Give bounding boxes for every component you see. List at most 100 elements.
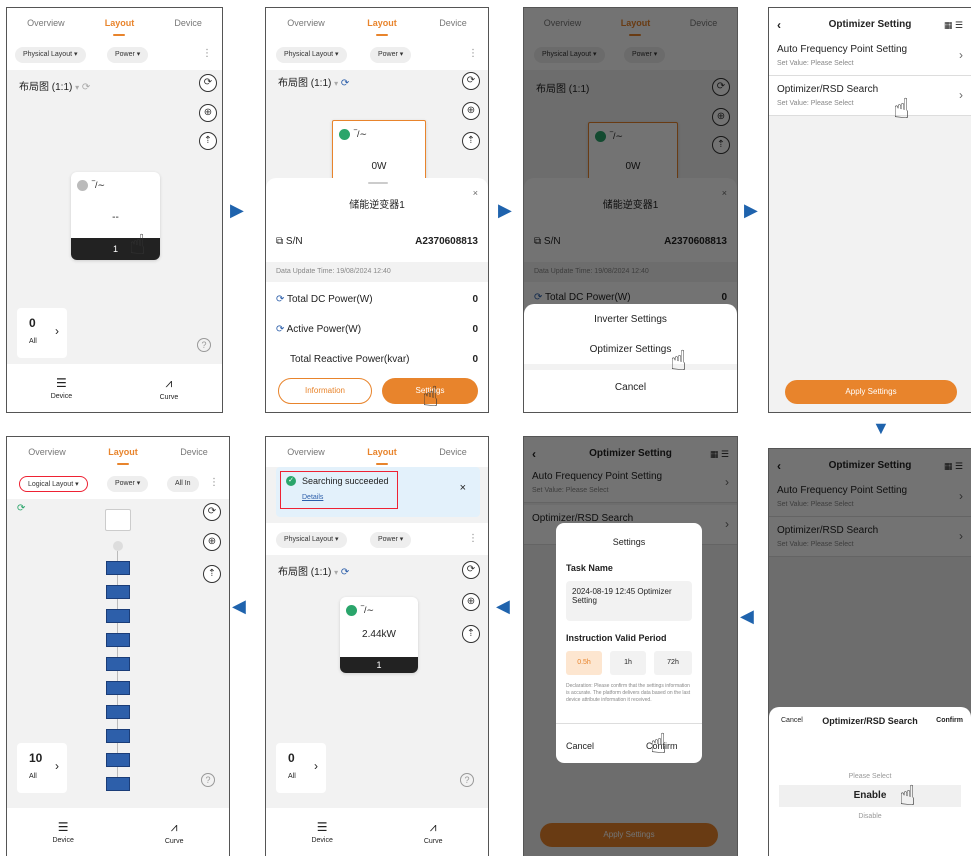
device-sheet: × 储能逆变器1 ⧉ S/NA2370608813 Data Update Ti… [266, 178, 488, 412]
nav-curve[interactable]: ⩘ Curve [160, 376, 179, 401]
nav-curve[interactable]: ⩘ Curve [424, 820, 443, 845]
all-devices-card[interactable]: 0 All › [276, 743, 326, 793]
drag-handle[interactable] [368, 182, 388, 184]
tab-overview[interactable]: Overview [28, 447, 66, 457]
optimizer-settings-item[interactable]: Optimizer Settings [524, 344, 737, 355]
inverter-node[interactable] [105, 509, 131, 531]
period-option[interactable]: 72h [654, 651, 692, 675]
tab-layout[interactable]: Layout [367, 447, 397, 465]
all-inverters-dropdown[interactable]: All In [167, 476, 199, 492]
compass-icon[interactable]: ⇡ [203, 565, 221, 583]
device-tile[interactable]: ‾/∼ 2.44kW 1 [340, 597, 418, 673]
layout-type-dropdown[interactable]: Physical Layout ▾ [276, 532, 347, 548]
power-dropdown[interactable]: Power ▾ [370, 47, 412, 63]
tap-hand-icon: ☝ [129, 229, 147, 260]
locate-icon[interactable]: ⊕ [203, 533, 221, 551]
cancel-button[interactable]: Cancel [524, 382, 737, 393]
optimizer-panel[interactable] [106, 633, 130, 647]
status-dot [339, 129, 350, 141]
optimizer-panel[interactable] [106, 585, 130, 599]
screen-logical-layout: Overview Layout Device Logical Layout ▾ … [6, 436, 230, 856]
period-option[interactable]: 1h [610, 651, 646, 675]
optimizer-panel[interactable] [106, 753, 130, 767]
tab-device[interactable]: Device [439, 447, 467, 457]
refresh-icon[interactable]: ⟳ [199, 74, 217, 92]
compass-icon[interactable]: ⇡ [462, 132, 480, 150]
nav-curve[interactable]: ⩘ Curve [165, 820, 184, 845]
sync-icon[interactable]: ⟳ [341, 78, 349, 89]
sync-icon[interactable]: ⟳ [82, 82, 90, 93]
sync-icon[interactable]: ⟳ [17, 503, 25, 514]
more-icon[interactable]: ⋮ [202, 48, 212, 59]
optimizer-panel[interactable] [106, 777, 130, 791]
locate-icon[interactable]: ⊕ [462, 102, 480, 120]
divider [524, 364, 737, 370]
help-icon[interactable]: ? [197, 338, 211, 352]
help-icon[interactable]: ? [460, 773, 474, 787]
optimizer-panel[interactable] [106, 705, 130, 719]
top-tabs: Overview Layout Device [266, 8, 488, 38]
tab-device[interactable]: Device [174, 18, 202, 28]
task-name-field[interactable]: 2024-08-19 12:45 Optimizer Setting [566, 581, 692, 621]
optimizer-panel[interactable] [106, 609, 130, 623]
meter-node[interactable] [113, 541, 123, 551]
scale-selector[interactable]: 布局图 (1:1) ▾ ⟳ [19, 78, 90, 93]
chevron-right-icon: › [959, 48, 963, 62]
tap-hand-icon: ☝ [893, 93, 911, 124]
more-icon[interactable]: ⋮ [209, 477, 219, 488]
close-icon[interactable]: × [460, 482, 466, 494]
row-title: Auto Frequency Point Setting [777, 44, 908, 55]
tab-device[interactable]: Device [180, 447, 208, 457]
optimizer-panel[interactable] [106, 561, 130, 575]
settings-action-sheet: Inverter Settings Optimizer Settings Can… [524, 304, 737, 412]
layout-type-dropdown[interactable]: Physical Layout ▾ [276, 47, 347, 63]
tab-layout[interactable]: Layout [105, 18, 134, 36]
all-devices-card[interactable]: 0 All › [17, 308, 67, 358]
optimizer-panel[interactable] [106, 657, 130, 671]
tab-overview[interactable]: Overview [287, 18, 325, 28]
tab-overview[interactable]: Overview [287, 447, 325, 457]
nav-device[interactable]: ☰ Device [311, 820, 332, 844]
apply-settings-button[interactable]: Apply Settings [785, 380, 957, 404]
help-icon[interactable]: ? [201, 773, 215, 787]
more-icon[interactable]: ⋮ [468, 533, 478, 544]
confirm-button[interactable]: Confirm [936, 717, 963, 724]
optimizer-panel[interactable] [106, 681, 130, 695]
setting-row-frequency[interactable]: Auto Frequency Point Setting Set Value: … [769, 36, 971, 76]
inverter-settings-item[interactable]: Inverter Settings [524, 314, 737, 325]
details-link[interactable]: Details [302, 494, 323, 501]
refresh-icon[interactable]: ⟳ [462, 561, 480, 579]
option-placeholder[interactable]: Please Select [769, 773, 971, 780]
divider [556, 723, 702, 724]
optimizer-panel[interactable] [106, 729, 130, 743]
power-dropdown[interactable]: Power ▾ [107, 47, 149, 63]
period-option-selected[interactable]: 0.5h [566, 651, 602, 675]
information-button[interactable]: Information [278, 378, 372, 404]
tab-overview[interactable]: Overview [27, 18, 65, 28]
more-icon[interactable]: ⋮ [468, 48, 478, 59]
tab-layout[interactable]: Layout [367, 18, 397, 36]
option-enable[interactable]: Enable [779, 785, 961, 807]
tab-layout[interactable]: Layout [108, 447, 138, 465]
nav-device[interactable]: ☰ Device [51, 376, 72, 400]
power-dropdown[interactable]: Power ▾ [370, 532, 412, 548]
locate-icon[interactable]: ⊕ [462, 593, 480, 611]
device-tile[interactable]: ‾/∼ -- 1 [71, 172, 160, 260]
layout-type-dropdown[interactable]: Physical Layout ▾ [15, 47, 86, 63]
tab-device[interactable]: Device [439, 18, 467, 28]
power-dropdown[interactable]: Power ▾ [107, 476, 149, 492]
refresh-icon[interactable]: ⟳ [203, 503, 221, 521]
setting-row-rsd-search[interactable]: Optimizer/RSD Search Set Value: Please S… [769, 76, 971, 116]
nav-device[interactable]: ☰ Device [52, 820, 73, 844]
layout-type-dropdown[interactable]: Logical Layout ▾ [19, 476, 88, 492]
scale-selector[interactable]: 布局图 (1:1) ▾ ⟳ [278, 74, 349, 89]
sync-icon[interactable]: ⟳ [341, 567, 349, 578]
compass-icon[interactable]: ⇡ [462, 625, 480, 643]
scale-selector[interactable]: 布局图 (1:1) ▾ ⟳ [278, 563, 349, 578]
compass-icon[interactable]: ⇡ [199, 132, 217, 150]
refresh-icon[interactable]: ⟳ [462, 72, 480, 90]
dialog-cancel-button[interactable]: Cancel [566, 741, 594, 751]
option-disable[interactable]: Disable [769, 813, 971, 820]
locate-icon[interactable]: ⊕ [199, 104, 217, 122]
all-devices-card[interactable]: 10 All › [17, 743, 67, 793]
